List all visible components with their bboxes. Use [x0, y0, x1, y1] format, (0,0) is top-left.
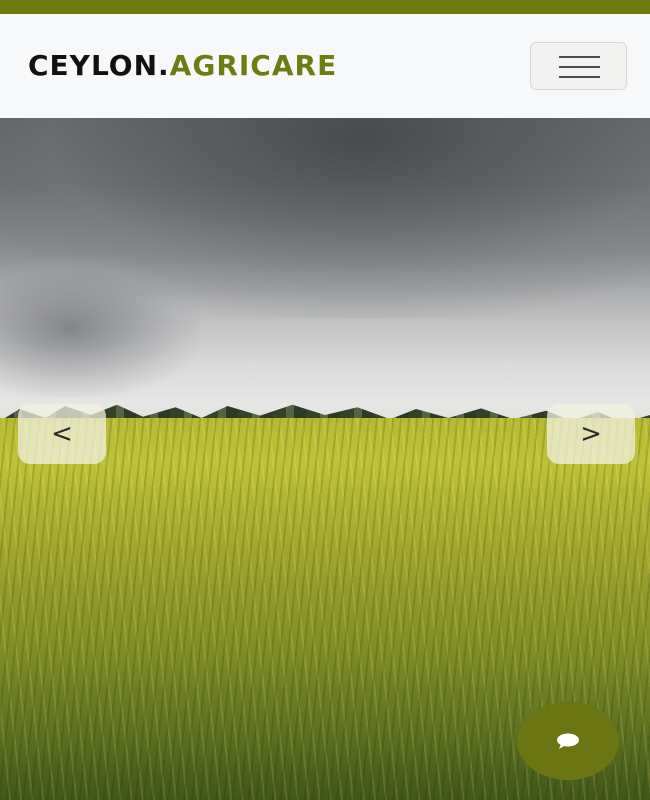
- hamburger-line: [559, 56, 600, 58]
- hamburger-icon: [559, 56, 600, 78]
- brand-text-primary: CEYLON.: [28, 49, 170, 82]
- hamburger-line: [559, 76, 600, 78]
- hero-sky-cloud-left: [0, 258, 200, 398]
- navbar: CEYLON.AGRICARE: [0, 14, 650, 118]
- chevron-left-icon: <: [51, 419, 73, 449]
- brand-text-accent: AGRICARE: [169, 49, 338, 82]
- navbar-toggle-button[interactable]: [530, 42, 627, 90]
- chevron-right-icon: >: [580, 419, 602, 449]
- carousel-prev-button[interactable]: <: [18, 404, 106, 464]
- chat-button[interactable]: [517, 702, 619, 780]
- top-accent-strip: [0, 0, 650, 14]
- carousel-next-button[interactable]: >: [547, 404, 635, 464]
- chat-bubble-icon: [557, 733, 579, 749]
- brand-logo[interactable]: CEYLON.AGRICARE: [28, 49, 337, 83]
- hamburger-line: [559, 66, 600, 68]
